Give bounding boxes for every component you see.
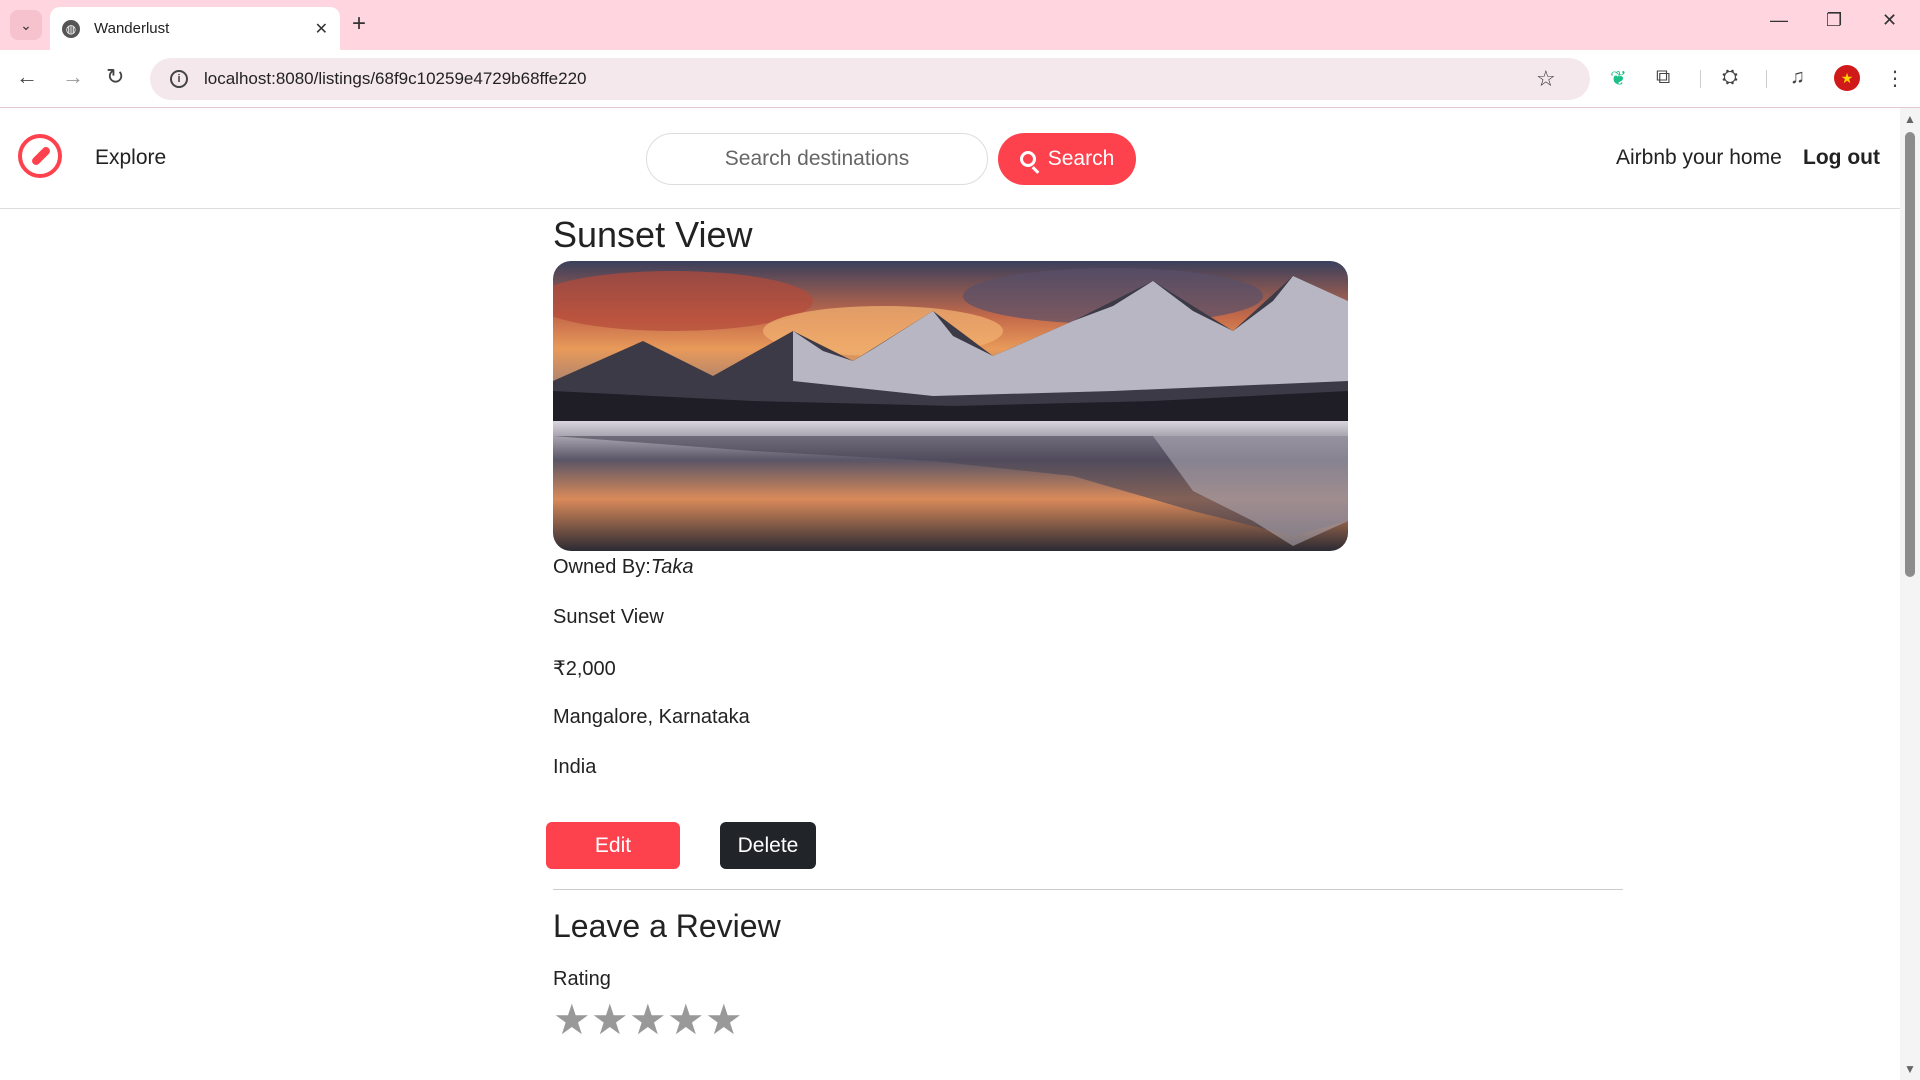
site-navbar: Explore Search Airbnb your home Log out (0, 108, 1900, 209)
page-scrollbar[interactable]: ▲ ▼ (1900, 108, 1920, 1080)
search-button[interactable]: Search (998, 133, 1136, 185)
tab-close-icon[interactable]: ✕ (315, 19, 328, 39)
owner-label: Owned By: (553, 556, 651, 578)
search-input[interactable] (646, 133, 988, 185)
listing-image (553, 261, 1348, 551)
listing-owner: Owned By:Taka (553, 556, 693, 579)
scrollbar-thumb[interactable] (1905, 132, 1915, 577)
star-icon[interactable]: ★ (667, 999, 705, 1041)
search-icon (1019, 151, 1036, 167)
listing-price: ₹2,000 (553, 658, 616, 680)
edit-button[interactable]: Edit (546, 822, 680, 869)
listing-description: Sunset View (553, 606, 664, 628)
scroll-up-icon[interactable]: ▲ (1904, 112, 1916, 126)
extension-leaf-icon[interactable]: ❦ (1610, 66, 1627, 91)
back-icon[interactable]: ← (16, 64, 38, 90)
review-heading: Leave a Review (553, 908, 781, 944)
globe-icon: ◍ (62, 19, 80, 38)
minimize-icon[interactable]: — (1770, 10, 1788, 31)
star-icon[interactable]: ★ (629, 999, 667, 1041)
extensions-puzzle-icon[interactable]: ⧉ (1656, 66, 1670, 89)
listing-location: Mangalore, Karnataka (553, 706, 750, 728)
site-info-icon[interactable]: i (170, 70, 188, 88)
toolbar-separator (1766, 70, 1767, 88)
menu-kebab-icon[interactable]: ⋮ (1885, 66, 1905, 91)
restore-icon[interactable]: ❐ (1826, 10, 1842, 31)
tab-title: Wanderlust (94, 20, 170, 37)
rating-label: Rating (553, 968, 611, 990)
browser-toolbar: ← → ↻ i localhost:8080/listings/68f9c102… (0, 50, 1920, 108)
address-bar[interactable]: i localhost:8080/listings/68f9c10259e472… (150, 58, 1590, 100)
browser-tab[interactable]: ◍ Wanderlust ✕ (50, 7, 340, 50)
toolbar-separator (1700, 70, 1701, 88)
delete-button[interactable]: Delete (720, 822, 816, 869)
logout-link[interactable]: Log out (1803, 146, 1880, 170)
star-icon[interactable]: ★ (553, 999, 591, 1041)
reload-icon[interactable]: ↻ (106, 64, 124, 90)
airbnb-your-home-link[interactable]: Airbnb your home (1616, 146, 1782, 170)
explore-link[interactable]: Explore (95, 146, 166, 170)
search-button-label: Search (1047, 147, 1115, 170)
page-viewport: Explore Search Airbnb your home Log out … (0, 108, 1900, 1080)
profile-avatar[interactable]: ★ (1834, 65, 1860, 91)
star-rating[interactable]: ★ ★ ★ ★ ★ (553, 999, 743, 1041)
media-control-icon[interactable]: ♫ (1790, 66, 1805, 89)
listing-title: Sunset View (553, 214, 753, 255)
window-close-icon[interactable]: ✕ (1882, 10, 1897, 31)
tab-search-chevron-icon[interactable]: ⌄ (10, 10, 42, 40)
scroll-down-icon[interactable]: ▼ (1904, 1062, 1916, 1076)
star-icon[interactable]: ★ (705, 999, 743, 1041)
star-icon[interactable]: ★ (591, 999, 629, 1041)
listing-country: India (553, 756, 597, 778)
new-tab-icon[interactable]: + (352, 11, 366, 37)
compass-logo-icon[interactable] (18, 134, 62, 178)
url-text[interactable]: localhost:8080/listings/68f9c10259e4729b… (204, 69, 1536, 89)
browser-tabstrip: ⌄ ◍ Wanderlust ✕ + — ❐ ✕ (0, 0, 1920, 50)
section-divider (553, 889, 1623, 890)
owner-name: Taka (650, 556, 694, 578)
bookmark-star-icon[interactable]: ☆ (1536, 58, 1574, 100)
incognito-icon[interactable]: ⛭ (1722, 66, 1738, 89)
forward-icon[interactable]: → (62, 64, 84, 90)
